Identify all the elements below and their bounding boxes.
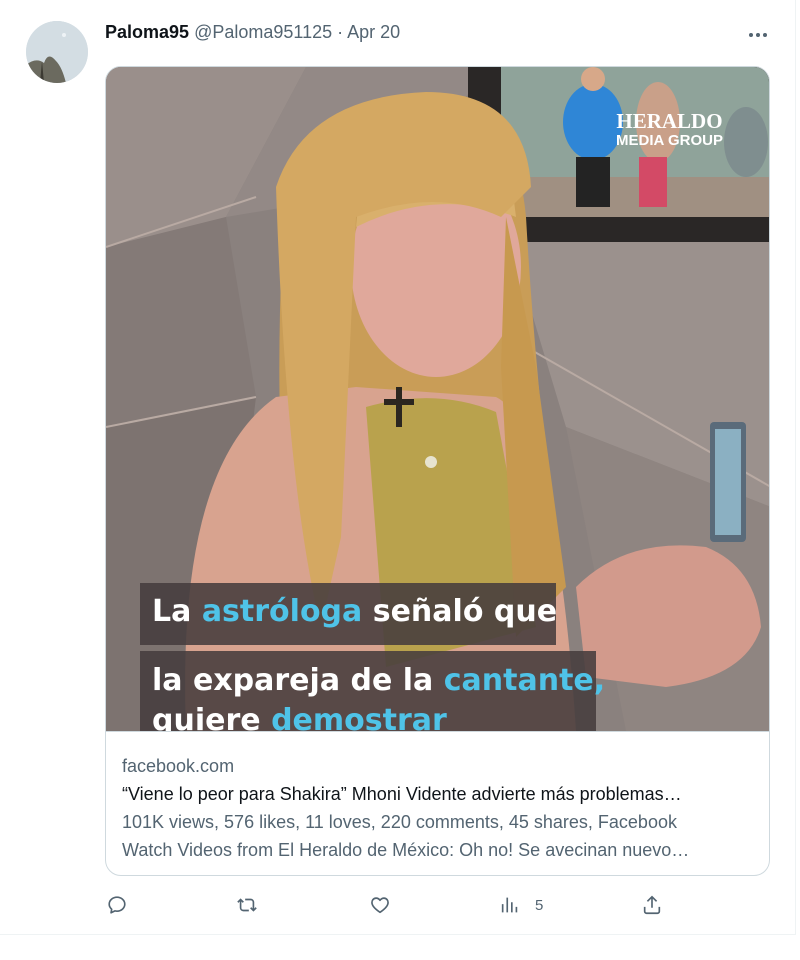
share-button[interactable] bbox=[641, 893, 663, 917]
heraldo-watermark: HERALDO MEDIA GROUP bbox=[616, 111, 723, 151]
caption-line-3: quiere demostrar bbox=[152, 701, 447, 731]
like-button[interactable] bbox=[369, 893, 391, 917]
reply-icon bbox=[108, 896, 126, 914]
retweet-icon bbox=[237, 898, 257, 912]
separator-dot: · bbox=[337, 22, 344, 42]
video-thumbnail[interactable]: HERALDO MEDIA GROUP La astróloga señaló … bbox=[106, 67, 769, 731]
more-icon[interactable] bbox=[745, 26, 771, 44]
author-name[interactable]: Paloma95 bbox=[105, 22, 189, 42]
tweet[interactable]: Paloma95 @Paloma951125 · Apr 20 HERALDO … bbox=[0, 0, 796, 935]
watermark-line1: HERALDO bbox=[616, 109, 723, 133]
card-info[interactable]: facebook.com “Viene lo peor para Shakira… bbox=[106, 731, 769, 875]
tweet-header: Paloma95 @Paloma951125 · Apr 20 bbox=[105, 20, 400, 44]
analytics-icon bbox=[501, 897, 518, 913]
action-bar: 5 bbox=[0, 893, 800, 919]
author-handle[interactable]: @Paloma951125 bbox=[194, 22, 332, 42]
views-count: 5 bbox=[535, 896, 544, 914]
card-domain: facebook.com bbox=[122, 756, 235, 776]
caption-line-2: la expareja de la cantante, bbox=[152, 661, 605, 701]
caption-1-highlight: astróloga bbox=[201, 594, 363, 629]
card-description-line2: Watch Videos from El Heraldo de México: … bbox=[122, 840, 690, 860]
tweet-date[interactable]: Apr 20 bbox=[347, 22, 400, 42]
caption-3-highlight: demostrar bbox=[271, 703, 447, 731]
caption-2-highlight: cantante, bbox=[443, 663, 606, 698]
avatar-image bbox=[26, 21, 88, 83]
heart-icon bbox=[371, 897, 389, 914]
retweet-button[interactable] bbox=[236, 893, 258, 917]
caption-3-pre: quiere bbox=[152, 703, 272, 731]
views-button[interactable]: 5 bbox=[499, 893, 543, 917]
caption-line-1: La astróloga señaló que bbox=[152, 592, 557, 632]
card-description-line1: 101K views, 576 likes, 11 loves, 220 com… bbox=[122, 812, 677, 832]
avatar[interactable] bbox=[26, 21, 88, 83]
share-icon bbox=[643, 895, 661, 915]
caption-2-pre: la expareja de la bbox=[152, 663, 444, 698]
link-card[interactable]: HERALDO MEDIA GROUP La astróloga señaló … bbox=[105, 66, 770, 876]
reply-button[interactable] bbox=[106, 893, 128, 917]
card-title: “Viene lo peor para Shakira” Mhoni Viden… bbox=[122, 784, 682, 804]
caption-1-pre: La bbox=[152, 594, 202, 629]
caption-1-post: señaló que bbox=[362, 594, 558, 629]
watermark-line2: MEDIA GROUP bbox=[616, 132, 723, 149]
